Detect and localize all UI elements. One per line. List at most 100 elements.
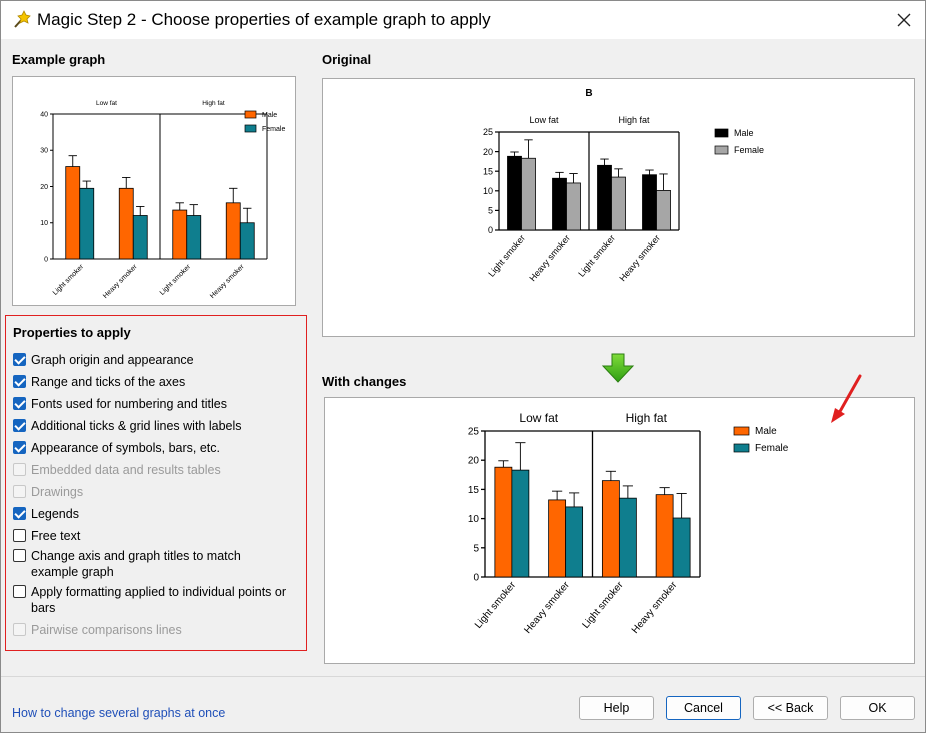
y-tick-label: 0 — [44, 256, 48, 263]
bar — [239, 222, 255, 260]
properties-title: Properties to apply — [13, 325, 131, 340]
property-label: Additional ticks & grid lines with label… — [31, 419, 242, 433]
bar — [172, 209, 188, 260]
y-tick-label: 15 — [483, 166, 493, 176]
example-graph-panel: Low fat High fat 0 10 20 30 40 Light smoker Heav… — [12, 76, 296, 306]
property-checkbox[interactable] — [13, 585, 26, 598]
close-button[interactable] — [885, 5, 923, 35]
property-checkbox[interactable] — [13, 441, 26, 454]
property-checkbox[interactable] — [13, 375, 26, 388]
property-label: Drawings — [31, 485, 84, 499]
legend-label: Male — [262, 112, 277, 119]
green-down-arrow-icon — [601, 353, 635, 383]
bar — [494, 466, 513, 578]
category-label: Heavy smoker — [617, 233, 662, 283]
category-label: Heavy smoker — [522, 579, 572, 636]
legend-label: Female — [755, 443, 789, 454]
property-checkbox[interactable] — [13, 529, 26, 542]
bar — [655, 494, 674, 578]
property-label: Graph origin and appearance — [31, 353, 194, 367]
property-option[interactable]: Legends — [13, 506, 291, 522]
category-label: Heavy smoker — [630, 579, 680, 636]
help-link[interactable]: How to change several graphs at once — [12, 706, 225, 720]
legend-swatch — [714, 128, 729, 138]
bar — [511, 469, 530, 578]
bar — [656, 190, 671, 231]
property-checkbox[interactable] — [13, 353, 26, 366]
legend-swatch — [733, 443, 750, 453]
legend-swatch — [714, 145, 729, 155]
group-label: High fat — [202, 100, 225, 107]
y-tick-label: 25 — [483, 127, 493, 137]
legend-swatch — [244, 110, 257, 119]
property-label: Apply formatting applied to individual p… — [31, 585, 287, 615]
property-option[interactable]: Fonts used for numbering and titles — [13, 396, 291, 412]
bar — [597, 164, 612, 231]
legend-swatch — [244, 124, 257, 133]
dialog-window: Magic Step 2 - Choose properties of exam… — [0, 0, 926, 733]
y-tick-label: 5 — [473, 543, 479, 554]
y-tick-label: 10 — [483, 186, 493, 196]
properties-panel: Properties to apply Graph origin and app… — [5, 315, 307, 651]
property-option[interactable]: Change axis and graph titles to match ex… — [13, 548, 291, 580]
red-arrow-icon — [831, 374, 862, 423]
property-option[interactable]: Apply formatting applied to individual p… — [13, 584, 291, 616]
property-checkbox[interactable] — [13, 419, 26, 432]
property-option[interactable]: Graph origin and appearance — [13, 352, 291, 368]
property-option[interactable]: Appearance of symbols, bars, etc. — [13, 440, 291, 456]
window-title: Magic Step 2 - Choose properties of exam… — [37, 10, 491, 29]
original-graph-chart: BLow fat High fat0510152025Light smoker He… — [483, 88, 764, 283]
category-label: Light smoker — [580, 579, 626, 630]
property-checkbox[interactable] — [13, 397, 26, 410]
y-tick-label: 20 — [483, 147, 493, 157]
bar — [566, 182, 581, 231]
category-label: Light smoker — [486, 233, 527, 279]
property-option: Embedded data and results tables — [13, 462, 291, 478]
with-changes-title: With changes — [322, 374, 407, 389]
property-option: Drawings — [13, 484, 291, 500]
legend-label: Female — [734, 145, 764, 155]
property-option[interactable]: Range and ticks of the axes — [13, 374, 291, 390]
with-changes-graph-chart: Low fat High fat0510152025Light smoker Hea… — [468, 411, 789, 636]
bar — [611, 176, 626, 231]
bar — [601, 480, 620, 578]
legend-label: Female — [262, 126, 285, 133]
bar — [118, 187, 134, 260]
y-tick-label: 30 — [40, 148, 48, 155]
example-graph-title: Example graph — [12, 52, 106, 67]
ok-button[interactable]: OK — [840, 696, 915, 720]
help-button[interactable]: Help — [579, 696, 654, 720]
property-label: Pairwise comparisons lines — [31, 623, 182, 637]
property-checkbox[interactable] — [13, 549, 26, 562]
property-option[interactable]: Free text — [13, 528, 291, 544]
bar — [672, 517, 691, 578]
property-checkbox — [13, 485, 26, 498]
bar — [642, 174, 657, 231]
property-checkbox[interactable] — [13, 507, 26, 520]
footer-divider — [1, 676, 925, 677]
group-label: Low fat — [96, 100, 117, 107]
bar — [521, 157, 536, 231]
original-graph-panel: B Low fat High fat 0 5 10 15 20 25 Light smoker He… — [322, 78, 915, 337]
y-tick-label: 40 — [40, 111, 48, 118]
magic-wand-icon — [14, 10, 31, 28]
bar — [225, 202, 241, 260]
chart-title: B — [585, 88, 592, 99]
property-label: Free text — [31, 529, 81, 543]
property-option[interactable]: Additional ticks & grid lines with label… — [13, 418, 291, 434]
property-label: Change axis and graph titles to match ex… — [31, 549, 241, 579]
y-tick-label: 10 — [40, 220, 48, 227]
category-label: Light smoker — [159, 263, 193, 297]
cancel-button[interactable]: Cancel — [666, 696, 741, 720]
title-bar: Magic Step 2 - Choose properties of exam… — [1, 1, 925, 39]
back-button[interactable]: << Back — [753, 696, 828, 720]
group-label: High fat — [626, 411, 668, 425]
y-tick-label: 20 — [40, 184, 48, 191]
bar — [79, 187, 95, 260]
bar — [548, 499, 567, 578]
property-label: Appearance of symbols, bars, etc. — [31, 441, 220, 455]
property-option: Pairwise comparisons lines — [13, 622, 291, 638]
bar — [565, 506, 584, 578]
category-label: Heavy smoker — [209, 263, 246, 300]
bar — [618, 497, 637, 578]
